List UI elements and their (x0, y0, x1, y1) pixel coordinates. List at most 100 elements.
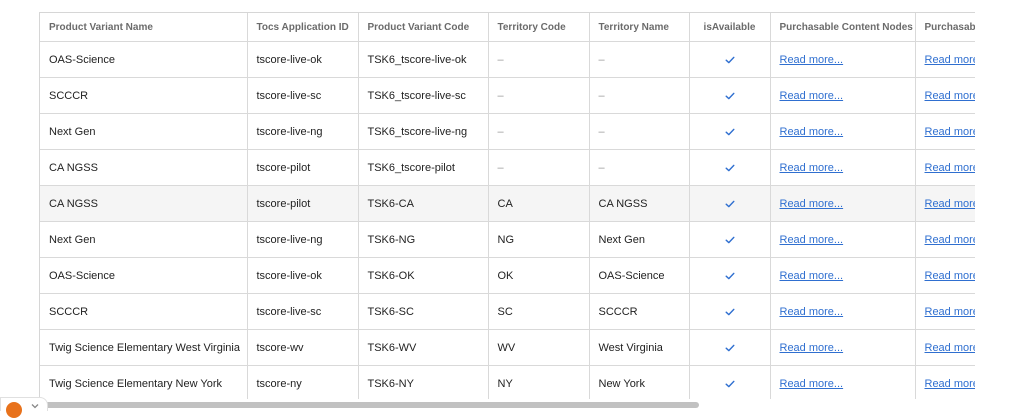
read-more-link[interactable]: Read more... (780, 198, 844, 210)
cell-territory-code: OK (488, 257, 590, 294)
cell-purchasable-content-nodes: Read more... (770, 293, 916, 330)
read-more-link[interactable]: Read more... (780, 90, 844, 102)
read-more-link[interactable]: Read more... (780, 234, 844, 246)
cell-tocs-application-id: tscore-live-ng (247, 113, 359, 150)
cell-is-available (689, 113, 771, 150)
cell-purchasable-truncated: Read more... (915, 113, 976, 150)
cell-is-available (689, 329, 771, 366)
cell-is-available (689, 221, 771, 258)
column-header-purchasable-content-nodes[interactable]: Purchasable Content Nodes (770, 13, 916, 42)
read-more-link[interactable]: Read more... (780, 306, 844, 318)
cell-purchasable-content-nodes: Read more... (770, 257, 916, 294)
read-more-link[interactable]: Read more... (925, 54, 976, 66)
cell-territory-code: CA (488, 185, 590, 222)
table-row[interactable]: CA NGSS tscore-pilot TSK6-CA CA CA NGSS Read … (40, 185, 976, 222)
cell-is-available (689, 41, 771, 78)
cell-territory-code: NG (488, 221, 590, 258)
cell-product-variant-code: TSK6_tscore-live-ok (358, 41, 489, 78)
check-icon (725, 56, 734, 63)
check-icon (725, 164, 734, 171)
cell-purchasable-truncated: Read more... (915, 77, 976, 114)
read-more-link[interactable]: Read more... (780, 378, 844, 390)
cell-is-available (689, 185, 771, 222)
read-more-link[interactable]: Read more... (780, 162, 844, 174)
read-more-link[interactable]: Read more... (925, 126, 976, 138)
read-more-link[interactable]: Read more... (925, 378, 976, 390)
read-more-link[interactable]: Read more... (780, 342, 844, 354)
cell-product-variant-name: Twig Science Elementary New York (40, 365, 248, 399)
cell-territory-code: WV (488, 329, 590, 366)
cell-territory-name: – (589, 77, 690, 114)
cell-purchasable-truncated: Read more... (915, 221, 976, 258)
read-more-link[interactable]: Read more... (925, 342, 976, 354)
cell-is-available (689, 257, 771, 294)
cell-territory-name: West Virginia (589, 329, 690, 366)
column-header-tocs-application-id[interactable]: Tocs Application ID (247, 13, 359, 42)
read-more-link[interactable]: Read more... (925, 306, 976, 318)
cell-purchasable-content-nodes: Read more... (770, 77, 916, 114)
product-variants-table: Product Variant Name Tocs Application ID… (40, 13, 975, 399)
table-header-row: Product Variant Name Tocs Application ID… (40, 13, 975, 42)
cell-product-variant-code: TSK6-CA (358, 185, 489, 222)
cell-territory-name: CA NGSS (589, 185, 690, 222)
read-more-link[interactable]: Read more... (925, 270, 976, 282)
cell-territory-code: SC (488, 293, 590, 330)
cell-product-variant-code: TSK6-NG (358, 221, 489, 258)
table-row[interactable]: OAS-Science tscore-live-ok TSK6-OK OK OAS-Sc… (40, 257, 976, 294)
cell-territory-code: NY (488, 365, 590, 399)
cell-product-variant-name: Next Gen (40, 113, 248, 150)
read-more-link[interactable]: Read more... (925, 90, 976, 102)
cell-purchasable-content-nodes: Read more... (770, 149, 916, 186)
check-icon (725, 92, 734, 99)
cell-territory-name: – (589, 41, 690, 78)
table-row[interactable]: SCCCR tscore-live-sc TSK6-SC SC SCCCR Read mo… (40, 293, 976, 330)
cell-tocs-application-id: tscore-live-ok (247, 257, 359, 294)
cell-tocs-application-id: tscore-pilot (247, 149, 359, 186)
user-avatar[interactable] (6, 402, 22, 418)
cell-purchasable-content-nodes: Read more... (770, 41, 916, 78)
table-row[interactable]: OAS-Science tscore-live-ok TSK6_tscore-liv… (40, 41, 976, 78)
cell-is-available (689, 293, 771, 330)
cell-territory-name: – (589, 113, 690, 150)
horizontal-scrollbar-thumb[interactable] (45, 402, 699, 408)
table-row[interactable]: CA NGSS tscore-pilot TSK6_tscore-pilot – – Re… (40, 149, 976, 186)
cell-product-variant-name: OAS-Science (40, 257, 248, 294)
cell-is-available (689, 149, 771, 186)
cell-product-variant-name: SCCCR (40, 77, 248, 114)
column-header-territory-name[interactable]: Territory Name (589, 13, 690, 42)
cell-purchasable-truncated: Read more... (915, 293, 976, 330)
column-header-product-variant-name[interactable]: Product Variant Name (40, 13, 248, 42)
cell-territory-name: SCCCR (589, 293, 690, 330)
cell-territory-name: OAS-Science (589, 257, 690, 294)
table-row[interactable]: Next Gen tscore-live-ng TSK6_tscore-live-n… (40, 113, 976, 150)
table-row[interactable]: Twig Science Elementary New York tscore-n… (40, 365, 976, 399)
cell-product-variant-name: CA NGSS (40, 185, 248, 222)
cell-tocs-application-id: tscore-live-sc (247, 293, 359, 330)
check-icon (725, 308, 734, 315)
read-more-link[interactable]: Read more... (780, 270, 844, 282)
read-more-link[interactable]: Read more... (925, 198, 976, 210)
cell-tocs-application-id: tscore-ny (247, 365, 359, 399)
table-row[interactable]: SCCCR tscore-live-sc TSK6_tscore-live-sc – –… (40, 77, 976, 114)
cell-tocs-application-id: tscore-pilot (247, 185, 359, 222)
column-header-purchasable-truncated[interactable]: Purchasab (915, 13, 975, 42)
horizontal-scrollbar[interactable] (39, 400, 974, 410)
cell-product-variant-name: OAS-Science (40, 41, 248, 78)
read-more-link[interactable]: Read more... (925, 162, 976, 174)
cell-purchasable-truncated: Read more... (915, 185, 976, 222)
read-more-link[interactable]: Read more... (780, 126, 844, 138)
read-more-link[interactable]: Read more... (925, 234, 976, 246)
cell-product-variant-name: Next Gen (40, 221, 248, 258)
cell-territory-name: Next Gen (589, 221, 690, 258)
read-more-link[interactable]: Read more... (780, 54, 844, 66)
cell-product-variant-name: Twig Science Elementary West Virginia (40, 329, 248, 366)
check-icon (725, 236, 734, 243)
table-row[interactable]: Next Gen tscore-live-ng TSK6-NG NG Next Gen R… (40, 221, 976, 258)
chevron-down-icon[interactable] (30, 402, 40, 410)
column-header-territory-code[interactable]: Territory Code (488, 13, 590, 42)
cell-tocs-application-id: tscore-wv (247, 329, 359, 366)
table-row[interactable]: Twig Science Elementary West Virginia tsc… (40, 329, 976, 366)
column-header-product-variant-code[interactable]: Product Variant Code (358, 13, 489, 42)
column-header-is-available[interactable]: isAvailable (689, 13, 771, 42)
cell-territory-code: – (488, 41, 590, 78)
